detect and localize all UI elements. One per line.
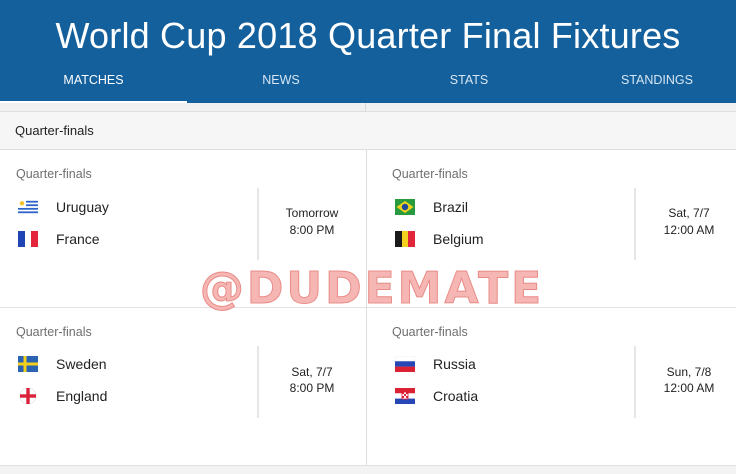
card-divider [634,188,636,260]
match-date: Sun, 7/8 [666,365,712,379]
sweden-flag-icon [18,356,38,372]
match-date: Tomorrow [285,206,339,220]
match-card-sweden-england[interactable]: Quarter-finals Sweden England Sat, 7/7 8… [0,308,366,466]
card-divider [634,346,636,418]
match-date: Sat, 7/7 [668,206,710,220]
team-name: Belgium [433,231,484,247]
match-stage: Quarter-finals [16,167,92,181]
croatia-flag-icon [395,388,415,404]
header-bar: World Cup 2018 Quarter Final Fixtures MA… [0,0,736,104]
away-team: Croatia [393,386,613,408]
card-divider [257,346,259,418]
team-name: Uruguay [56,199,109,215]
tab-bar: MATCHES NEWS STATS STANDINGS [0,70,736,104]
uruguay-flag-icon [18,199,38,215]
column-separator [365,103,366,111]
match-card-russia-croatia[interactable]: Quarter-finals Russia Croatia Sun, 7/8 1… [366,308,736,466]
away-team: Belgium [393,229,613,251]
match-time: 12:00 AM [663,223,715,237]
match-stage: Quarter-finals [392,167,468,181]
russia-flag-icon [395,356,415,372]
match-time: 8:00 PM [289,381,335,395]
page-title: World Cup 2018 Quarter Final Fixtures [55,15,681,56]
home-team: Sweden [16,354,236,376]
tab-news[interactable]: NEWS [187,70,375,103]
away-team: France [16,229,236,251]
match-time: 12:00 AM [663,381,715,395]
team-name: Sweden [56,356,107,372]
section-header: Quarter-finals [0,111,736,150]
team-name: Brazil [433,199,469,215]
team-name: France [56,231,100,247]
team-name: Croatia [433,388,479,404]
home-team: Russia [393,354,613,376]
match-time: 8:00 PM [289,223,335,237]
tab-standings[interactable]: STANDINGS [563,70,736,103]
section-title: Quarter-finals [15,123,94,138]
tab-stats[interactable]: STATS [375,70,563,103]
match-card-uruguay-france[interactable]: Quarter-finals Uruguay France Tomorrow 8… [0,150,366,308]
belgium-flag-icon [395,231,415,247]
home-team: Uruguay [16,197,236,219]
away-team: England [16,386,236,408]
france-flag-icon [18,231,38,247]
team-name: England [56,388,108,404]
card-divider [257,188,259,260]
match-stage: Quarter-finals [392,325,468,339]
home-team: Brazil [393,197,613,219]
match-date: Sat, 7/7 [291,365,333,379]
bottom-strip [0,466,736,474]
tab-matches[interactable]: MATCHES [0,70,187,103]
team-name: Russia [433,356,476,372]
match-stage: Quarter-finals [16,325,92,339]
match-card-brazil-belgium[interactable]: Quarter-finals Brazil Belgium Sat, 7/7 1… [366,150,736,308]
brazil-flag-icon [395,199,415,215]
top-divider-strip [0,103,736,111]
england-flag-icon [18,388,38,404]
